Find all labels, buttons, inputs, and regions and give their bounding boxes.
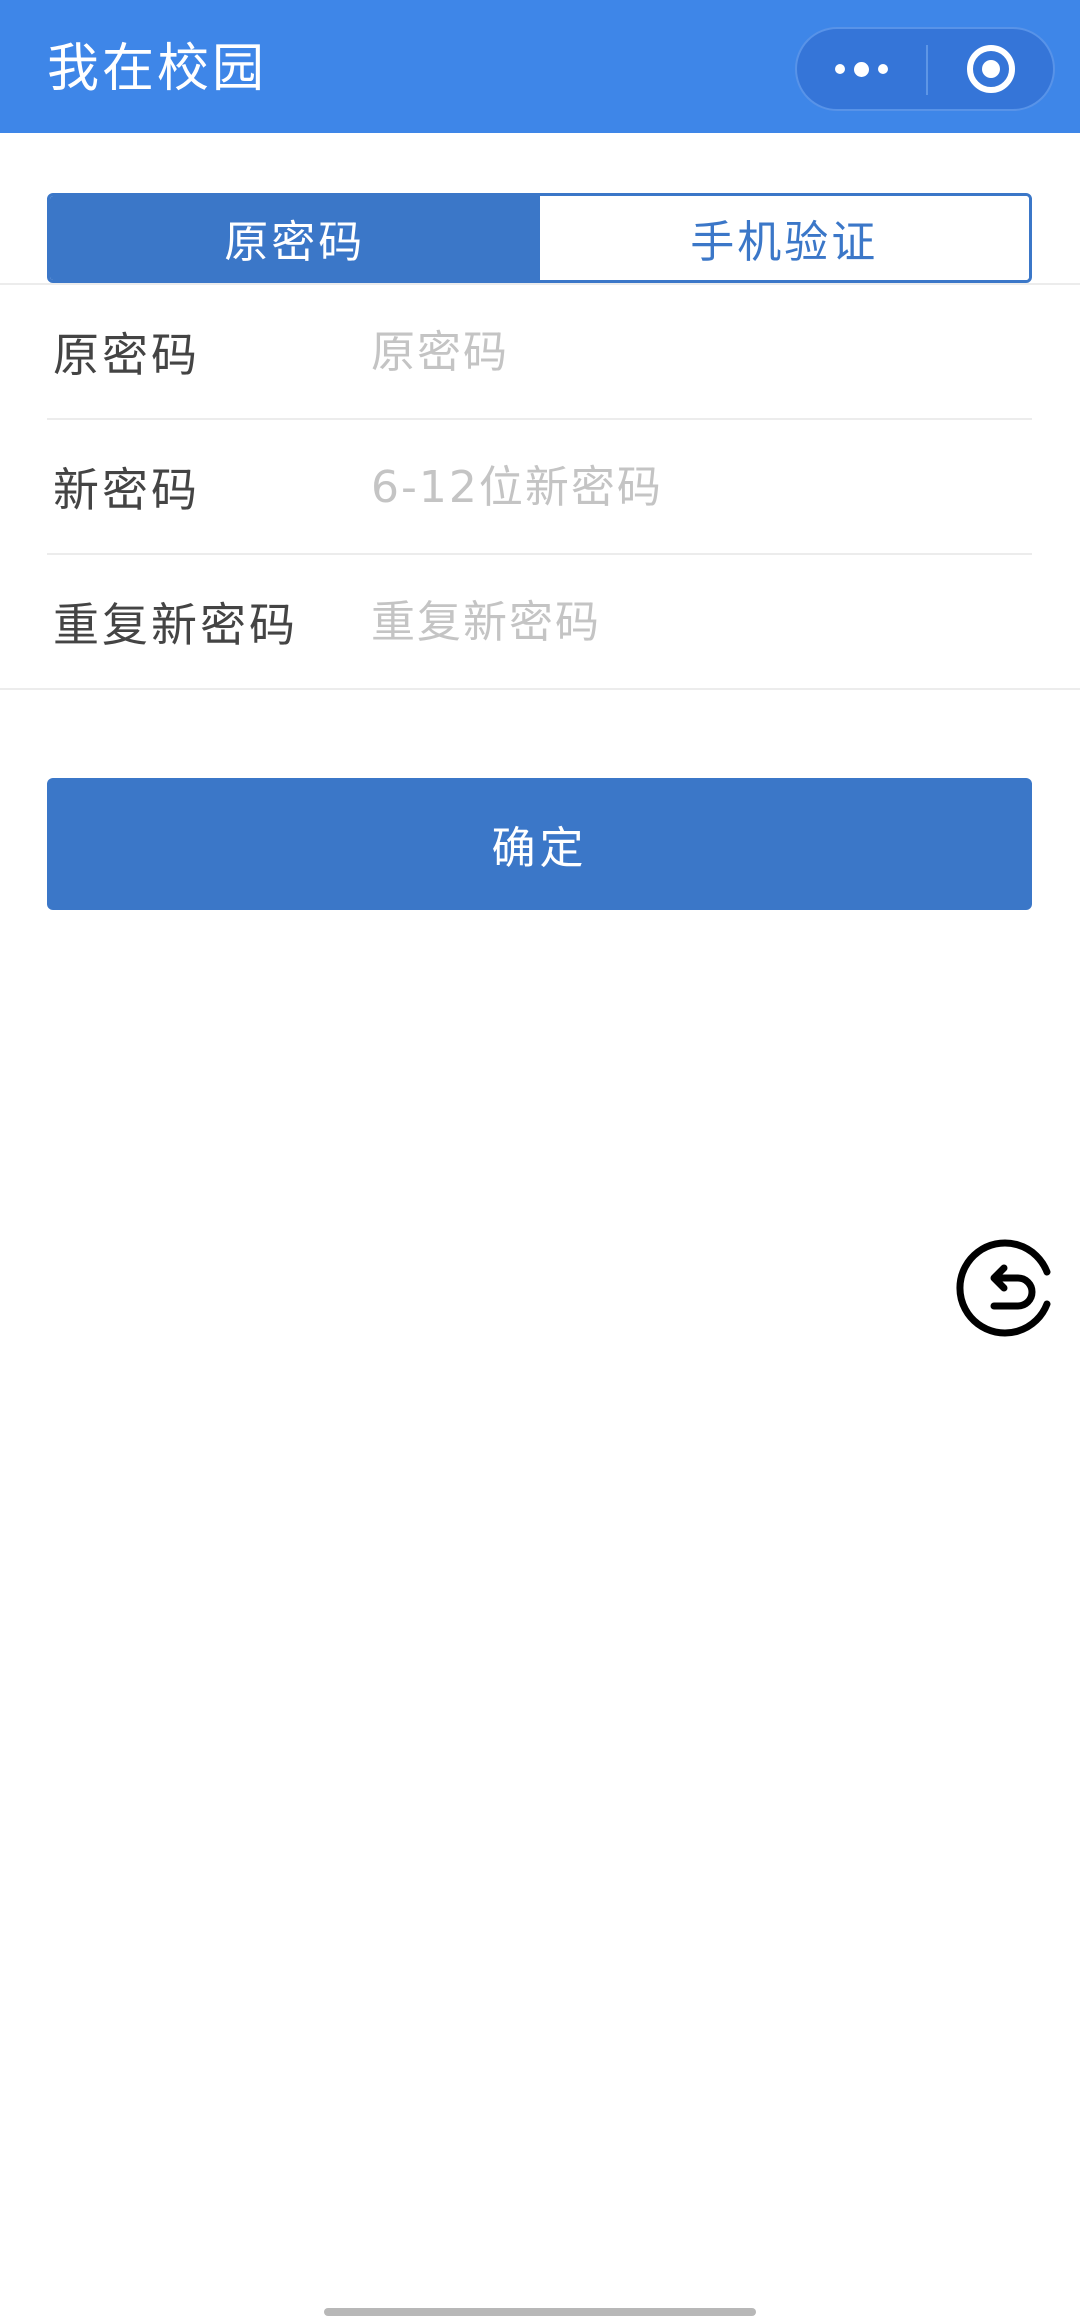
repeat-password-input[interactable] [367,583,1007,661]
repeat-password-label: 重复新密码 [53,597,298,652]
password-mode-tabs: 原密码 手机验证 [47,193,1032,283]
more-button[interactable] [797,29,925,109]
new-password-label: 新密码 [53,462,200,517]
target-close-icon [966,45,1015,93]
app-title: 我在校园 [47,39,268,99]
home-indicator [324,2308,756,2316]
form-row-old-password: 原密码 [47,285,1032,420]
new-password-input[interactable] [367,448,1007,526]
more-dots-icon [834,61,888,77]
close-miniprogram-button[interactable] [928,29,1053,109]
floating-return-button[interactable] [956,1234,1064,1342]
capsule-menu [795,27,1055,111]
form-row-repeat-password: 重复新密码 [0,555,1080,690]
tab-original-password[interactable]: 原密码 [50,196,540,280]
old-password-input[interactable] [367,313,1007,391]
app-header: 我在校园 [0,0,1080,133]
undo-return-icon [956,1239,1051,1337]
tab-phone-verification[interactable]: 手机验证 [539,196,1029,280]
form-row-new-password: 新密码 [47,420,1032,555]
old-password-label: 原密码 [53,327,200,382]
confirm-button[interactable]: 确定 [47,778,1032,910]
password-form: 原密码 新密码 重复新密码 [0,285,1080,690]
